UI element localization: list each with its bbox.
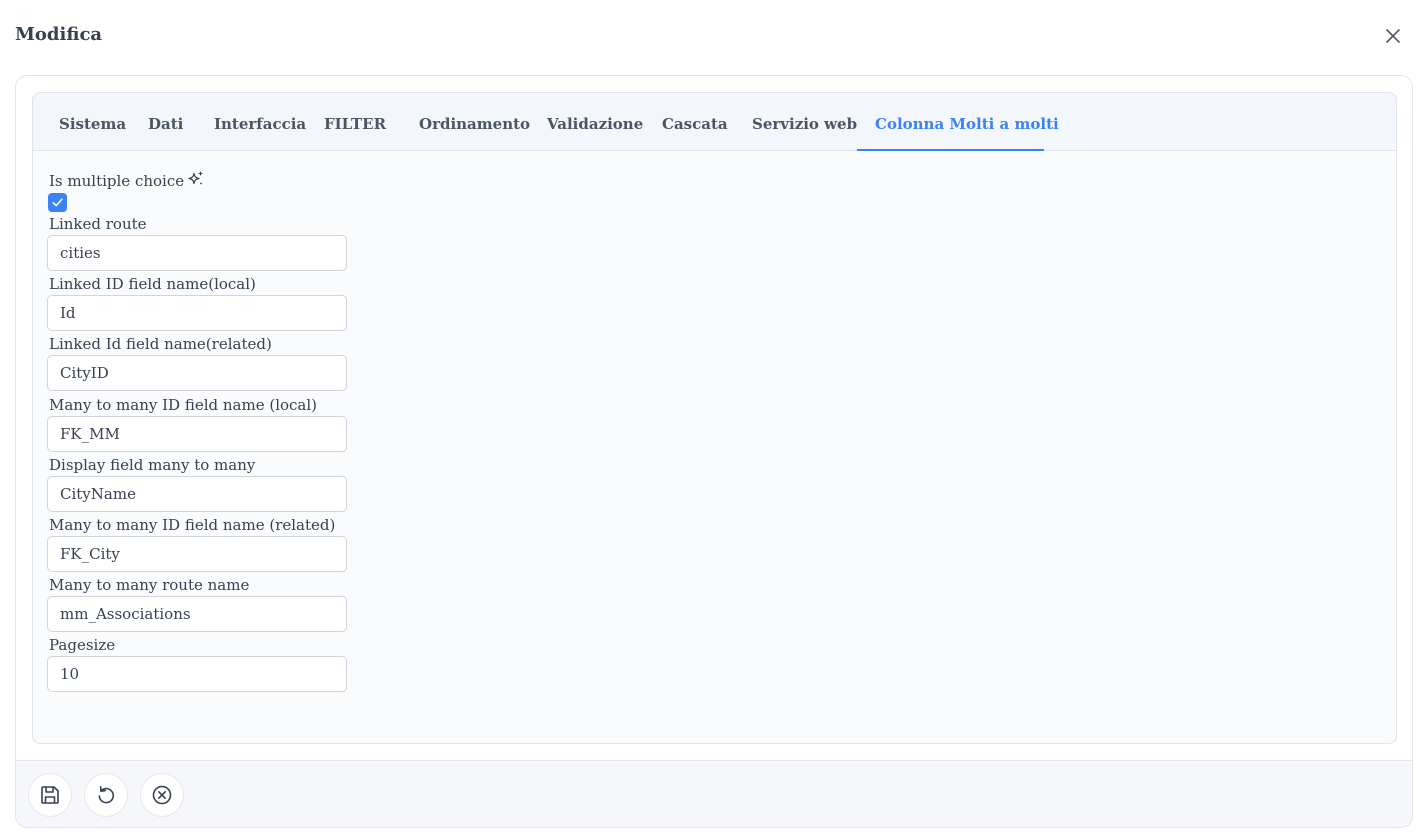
close-icon (1386, 29, 1400, 43)
mm-id-local-input[interactable] (47, 416, 347, 452)
dialog-title: Modifica (15, 24, 103, 45)
mm-id-related-label: Many to many ID field name (related) (49, 516, 336, 534)
tab-interfaccia[interactable]: Interfaccia (214, 93, 306, 151)
tab-colonna-molti-a-molti[interactable]: Colonna Molti a molti (875, 93, 1059, 151)
multiple-choice-checkbox[interactable] (48, 193, 67, 212)
close-button[interactable] (1380, 23, 1406, 49)
linked-id-related-input[interactable] (47, 355, 347, 391)
linked-id-local-label: Linked ID field name(local) (49, 275, 256, 293)
mm-id-local-label: Many to many ID field name (local) (49, 396, 318, 414)
sparkle-icon (188, 171, 203, 185)
save-button[interactable] (28, 773, 72, 817)
check-icon (52, 198, 63, 207)
tabs-panel: Sistema Dati Interfaccia FILTER Ordiname… (32, 92, 1397, 744)
active-tab-indicator (857, 149, 1044, 151)
cancel-icon (152, 785, 172, 805)
dialog-card: Sistema Dati Interfaccia FILTER Ordiname… (15, 75, 1413, 828)
reset-button[interactable] (84, 773, 128, 817)
pagesize-input[interactable] (47, 656, 347, 692)
mm-id-related-input[interactable] (47, 536, 347, 572)
tab-sistema[interactable]: Sistema (59, 93, 126, 151)
display-field-label: Display field many to many (49, 456, 256, 474)
save-icon (41, 786, 59, 804)
mm-route-name-input[interactable] (47, 596, 347, 632)
tab-servizio-web[interactable]: Servizio web (752, 93, 857, 151)
linked-id-local-input[interactable] (47, 295, 347, 331)
cancel-button[interactable] (140, 773, 184, 817)
linked-route-input[interactable] (47, 235, 347, 271)
dialog-header: Modifica (0, 0, 1427, 72)
display-field-input[interactable] (47, 476, 347, 512)
tab-cascata[interactable]: Cascata (662, 93, 728, 151)
linked-id-related-label: Linked Id field name(related) (49, 335, 272, 353)
multiple-choice-label: Is multiple choice (49, 171, 204, 190)
tab-validazione[interactable]: Validazione (547, 93, 643, 151)
reset-icon (98, 786, 115, 804)
mm-route-name-label: Many to many route name (49, 576, 250, 594)
pagesize-label: Pagesize (49, 636, 116, 654)
tab-filter[interactable]: FILTER (324, 93, 386, 151)
tab-bar: Sistema Dati Interfaccia FILTER Ordiname… (33, 93, 1396, 151)
tab-ordinamento[interactable]: Ordinamento (419, 93, 530, 151)
dialog-footer (16, 760, 1412, 827)
linked-route-label: Linked route (49, 215, 147, 233)
tab-dati[interactable]: Dati (148, 93, 183, 151)
